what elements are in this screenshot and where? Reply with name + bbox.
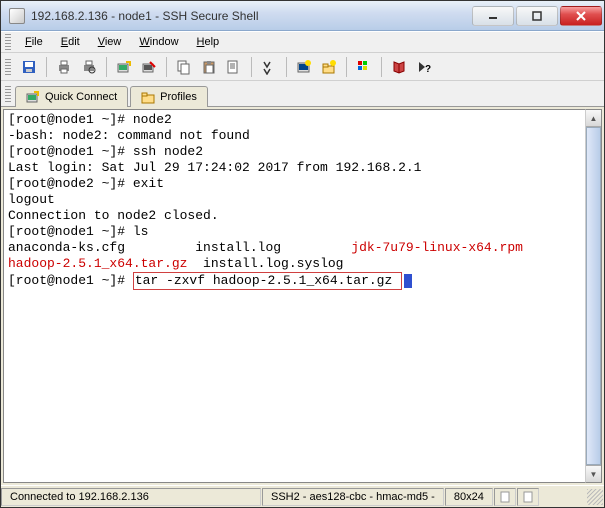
scroll-up-button[interactable]: ▲ bbox=[586, 110, 601, 127]
minimize-icon bbox=[488, 11, 498, 21]
app-window: 192.168.2.136 - node1 - SSH Secure Shell… bbox=[0, 0, 605, 508]
connect-icon bbox=[116, 59, 132, 75]
resize-grip-icon[interactable] bbox=[587, 489, 603, 505]
tab-label: Quick Connect bbox=[45, 91, 117, 103]
edit-button[interactable] bbox=[223, 56, 245, 78]
doc-icon bbox=[521, 490, 535, 504]
tab-label: Profiles bbox=[160, 91, 197, 103]
maximize-button[interactable] bbox=[516, 6, 558, 26]
statusbar: Connected to 192.168.2.136 SSH2 - aes128… bbox=[1, 485, 604, 507]
new-terminal-button[interactable] bbox=[293, 56, 315, 78]
connect-icon bbox=[26, 90, 40, 104]
close-button[interactable] bbox=[560, 6, 602, 26]
toolbar: ? bbox=[1, 53, 604, 81]
file-transfer-button[interactable] bbox=[318, 56, 340, 78]
save-icon bbox=[21, 59, 37, 75]
book-icon bbox=[391, 59, 407, 75]
status-protocol: SSH2 - aes128-cbc - hmac-md5 - bbox=[262, 488, 444, 506]
svg-text:?: ? bbox=[425, 64, 431, 75]
find-icon bbox=[261, 59, 277, 75]
print-preview-icon bbox=[81, 59, 97, 75]
save-button[interactable] bbox=[18, 56, 40, 78]
print-button[interactable] bbox=[53, 56, 75, 78]
menu-window[interactable]: Window bbox=[131, 34, 186, 50]
colors-button[interactable] bbox=[353, 56, 375, 78]
status-size: 80x24 bbox=[445, 488, 493, 506]
highlighted-command: tar -zxvf hadoop-2.5.1_x64.tar.gz bbox=[133, 272, 402, 290]
titlebar[interactable]: 192.168.2.136 - node1 - SSH Secure Shell bbox=[1, 1, 604, 31]
app-icon bbox=[9, 8, 25, 24]
menu-file[interactable]: File bbox=[17, 34, 51, 50]
status-icon-2 bbox=[517, 488, 539, 506]
terminal[interactable]: [root@node1 ~]# node2 -bash: node2: comm… bbox=[3, 109, 585, 483]
maximize-icon bbox=[532, 11, 542, 21]
scroll-track[interactable] bbox=[586, 127, 601, 465]
scroll-down-button[interactable]: ▼ bbox=[586, 465, 601, 482]
disconnect-button[interactable] bbox=[138, 56, 160, 78]
terminal-icon bbox=[296, 59, 312, 75]
scrollbar[interactable]: ▲ ▼ bbox=[585, 109, 602, 483]
menu-help[interactable]: Help bbox=[189, 34, 228, 50]
help-icon: ? bbox=[416, 59, 432, 75]
menu-edit[interactable]: Edit bbox=[53, 34, 88, 50]
find-button[interactable] bbox=[258, 56, 280, 78]
transfer-icon bbox=[321, 59, 337, 75]
colors-icon bbox=[356, 59, 372, 75]
minimize-button[interactable] bbox=[472, 6, 514, 26]
preferences-button[interactable] bbox=[388, 56, 410, 78]
scroll-thumb[interactable] bbox=[586, 127, 601, 465]
copy-button[interactable] bbox=[173, 56, 195, 78]
copy-icon bbox=[176, 59, 192, 75]
disconnect-icon bbox=[141, 59, 157, 75]
grip-icon[interactable] bbox=[5, 59, 11, 75]
paste-icon bbox=[201, 59, 217, 75]
quick-connect-tab[interactable]: Quick Connect bbox=[15, 86, 128, 107]
close-icon bbox=[576, 11, 586, 21]
status-connection: Connected to 192.168.2.136 bbox=[1, 488, 261, 506]
paste-button[interactable] bbox=[198, 56, 220, 78]
profiles-tab[interactable]: Profiles bbox=[130, 86, 208, 107]
help-button[interactable]: ? bbox=[413, 56, 435, 78]
tabbar: Quick Connect Profiles bbox=[1, 81, 604, 107]
terminal-output: [root@node1 ~]# node2 -bash: node2: comm… bbox=[8, 112, 581, 290]
window-title: 192.168.2.136 - node1 - SSH Secure Shell bbox=[31, 9, 258, 23]
folder-icon bbox=[141, 90, 155, 104]
print-icon bbox=[56, 59, 72, 75]
grip-icon[interactable] bbox=[5, 34, 11, 50]
menu-view[interactable]: View bbox=[90, 34, 130, 50]
cursor-icon bbox=[404, 274, 412, 288]
doc-icon bbox=[498, 490, 512, 504]
menubar: File Edit View Window Help bbox=[1, 31, 604, 53]
print-preview-button[interactable] bbox=[78, 56, 100, 78]
status-icon-1 bbox=[494, 488, 516, 506]
grip-icon[interactable] bbox=[5, 86, 11, 102]
new-connection-button[interactable] bbox=[113, 56, 135, 78]
edit-icon bbox=[226, 59, 242, 75]
